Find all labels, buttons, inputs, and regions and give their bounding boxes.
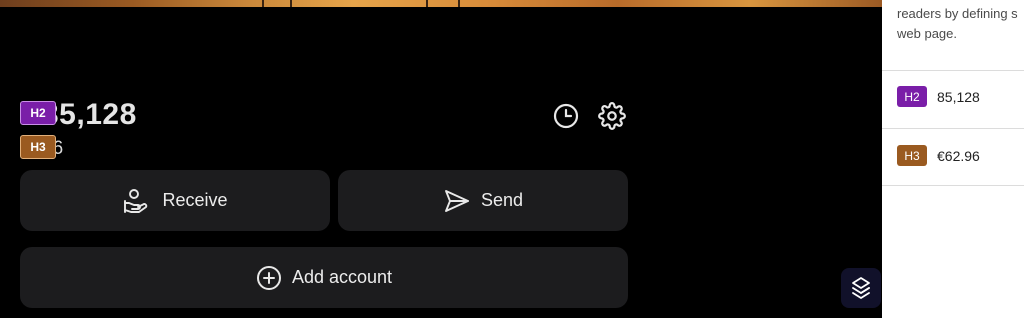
- plus-circle-icon: [256, 265, 281, 290]
- hand-coin-icon: [124, 188, 148, 213]
- send-label: Send: [480, 190, 524, 210]
- outline-tag-h2: H2: [897, 86, 927, 107]
- divider: [882, 185, 1024, 186]
- outline-item[interactable]: H2 85,128: [897, 86, 980, 107]
- receive-button[interactable]: Receive: [20, 170, 330, 231]
- outline-tag-h3: H3: [897, 145, 927, 166]
- add-account-label: Add account: [291, 267, 393, 287]
- brand-logo-icon: [852, 277, 870, 299]
- outline-item[interactable]: H3 €62.96: [897, 145, 980, 166]
- paper-plane-icon: [445, 189, 469, 212]
- panel-intro-line2: web page.: [897, 26, 957, 41]
- outline-value: 85,128: [937, 88, 980, 105]
- divider: [882, 128, 1024, 129]
- heading-tag-h3: H3: [20, 135, 56, 159]
- history-button[interactable]: [552, 102, 580, 130]
- balance-amount: 35,128: [42, 98, 137, 131]
- outline-value: €62.96: [937, 147, 980, 164]
- send-button[interactable]: Send: [338, 170, 628, 231]
- panel-intro: readers by defining s web page.: [897, 4, 1024, 44]
- wallet-view: 35,128 96 H2 H3 Receive Send: [0, 0, 882, 318]
- divider: [882, 70, 1024, 71]
- settings-button[interactable]: [598, 102, 626, 130]
- receive-label: Receive: [162, 190, 228, 210]
- add-account-button[interactable]: Add account: [20, 247, 628, 308]
- heading-outline-panel: readers by defining s web page. H2 85,12…: [882, 0, 1024, 318]
- header-photo: [0, 0, 882, 7]
- panel-intro-line1: readers by defining s: [897, 6, 1018, 21]
- gear-icon: [598, 102, 626, 130]
- brand-button[interactable]: [841, 268, 881, 308]
- heading-tag-h2: H2: [20, 101, 56, 125]
- clock-icon: [553, 103, 579, 129]
